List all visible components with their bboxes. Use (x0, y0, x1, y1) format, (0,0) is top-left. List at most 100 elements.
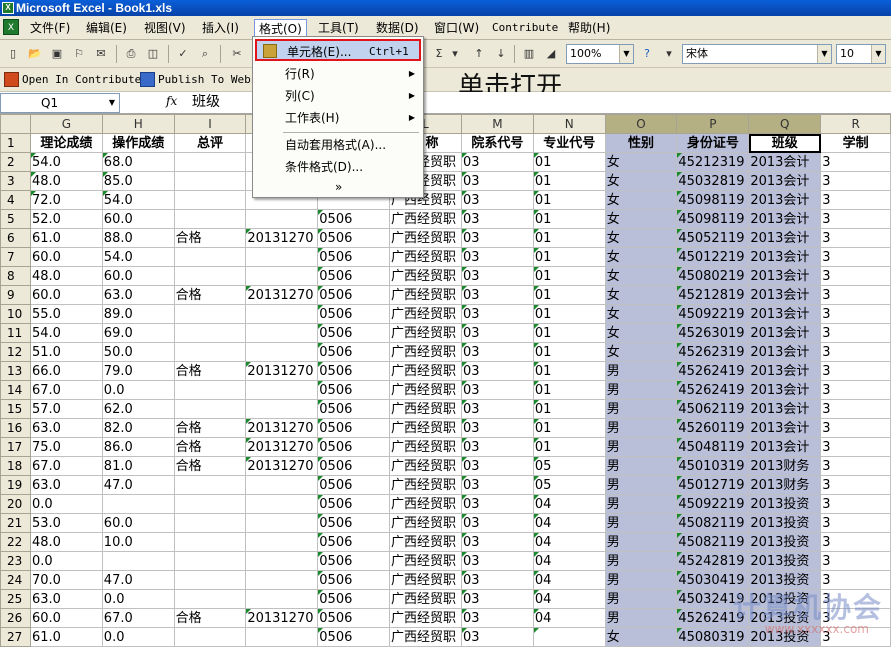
header-cell[interactable]: 理论成绩 (29, 133, 103, 153)
name-box[interactable]: Q1 ▼ (0, 93, 120, 113)
row-header[interactable]: 11 (0, 323, 31, 343)
cell[interactable]: 3 (820, 190, 891, 210)
cell[interactable]: 2013投资 (748, 551, 822, 571)
cell[interactable]: 03 (460, 456, 534, 476)
cell[interactable] (245, 304, 319, 324)
cell[interactable]: 2013会计 (748, 152, 822, 172)
cell[interactable]: 0506 (317, 247, 390, 267)
menu-help[interactable]: 帮助(H) (564, 19, 614, 37)
cell[interactable]: 45098119 (676, 190, 750, 210)
cell[interactable]: 3 (820, 418, 891, 438)
cell[interactable]: 54.0 (29, 323, 103, 343)
column-header[interactable]: R (820, 114, 891, 134)
research-icon[interactable]: ⌕ (196, 45, 214, 63)
cell[interactable]: 广西经贸职 (389, 608, 462, 628)
cell[interactable] (245, 551, 319, 571)
cell[interactable] (173, 380, 247, 400)
cell[interactable]: 0506 (317, 551, 390, 571)
cell[interactable]: 0506 (317, 418, 390, 438)
row-header[interactable]: 13 (0, 361, 31, 381)
cell[interactable]: 48.0 (29, 171, 103, 191)
sort-ascending-icon[interactable]: ↑ (470, 45, 488, 63)
cell[interactable]: 45012219 (676, 247, 750, 267)
cell[interactable]: 2013会计 (748, 437, 822, 457)
cell[interactable] (245, 570, 319, 590)
row-header[interactable]: 24 (0, 570, 31, 590)
cell[interactable]: 2013会计 (748, 399, 822, 419)
cell[interactable]: 20131270 (245, 418, 319, 438)
cell[interactable]: 3 (820, 513, 891, 533)
cell[interactable]: 2013会计 (748, 209, 822, 229)
cell[interactable]: 2013会计 (748, 361, 822, 381)
cell[interactable]: 女 (604, 190, 678, 210)
format-row-item[interactable]: 行(R) ▶ (255, 63, 421, 85)
cell[interactable]: 66.0 (29, 361, 103, 381)
cell[interactable]: 20131270 (245, 456, 319, 476)
cell[interactable]: 广西经贸职 (389, 532, 462, 552)
cell[interactable]: 03 (460, 285, 534, 305)
cell[interactable]: 3 (820, 551, 891, 571)
cell[interactable]: 3 (820, 171, 891, 191)
cell[interactable]: 57.0 (29, 399, 103, 419)
cell[interactable]: 88.0 (101, 228, 175, 248)
cell[interactable]: 男 (604, 570, 678, 590)
cell[interactable]: 3 (820, 247, 891, 267)
row-header[interactable]: 2 (0, 152, 31, 172)
cell[interactable]: 45242819 (676, 551, 750, 571)
header-cell[interactable]: 班级 (748, 133, 822, 153)
cell[interactable]: 合格 (173, 608, 247, 628)
cell[interactable] (173, 475, 247, 495)
menu-tools[interactable]: 工具(T) (314, 19, 363, 37)
menu-file[interactable]: 文件(F) (26, 19, 74, 37)
publish-to-website-button[interactable]: Publish To Websi (140, 71, 264, 89)
new-icon[interactable]: ▯ (4, 45, 22, 63)
cell[interactable] (245, 475, 319, 495)
cell[interactable]: 47.0 (101, 475, 175, 495)
cell[interactable]: 0506 (317, 570, 390, 590)
cell[interactable]: 0506 (317, 361, 390, 381)
row-header[interactable]: 27 (0, 627, 31, 647)
cell[interactable] (245, 342, 319, 362)
workbook-icon[interactable]: X (3, 19, 19, 35)
cell[interactable]: 广西经贸职 (389, 551, 462, 571)
cell[interactable]: 女 (604, 228, 678, 248)
cell[interactable]: 2013投资 (748, 513, 822, 533)
cell[interactable]: 04 (532, 570, 606, 590)
font-name-combo[interactable]: 宋体 ▼ (682, 44, 832, 64)
cell[interactable]: 45212819 (676, 285, 750, 305)
formula-value[interactable]: 班级 (192, 93, 220, 111)
cell[interactable] (245, 532, 319, 552)
cell[interactable]: 0506 (317, 437, 390, 457)
cell[interactable]: 女 (604, 304, 678, 324)
cell[interactable]: 广西经贸职 (389, 418, 462, 438)
cell[interactable]: 广西经贸职 (389, 228, 462, 248)
cell[interactable]: 女 (604, 323, 678, 343)
row-header[interactable]: 12 (0, 342, 31, 362)
cell[interactable]: 广西经贸职 (389, 475, 462, 495)
row-header[interactable]: 20 (0, 494, 31, 514)
cell[interactable]: 0506 (317, 494, 390, 514)
print-preview-icon[interactable]: ◫ (144, 45, 162, 63)
cell[interactable]: 广西经贸职 (389, 285, 462, 305)
cell[interactable] (245, 380, 319, 400)
worksheet-grid[interactable]: G H I J K L M N O P Q R 1理论成绩操作成绩总评名称院系代… (0, 114, 891, 649)
email-icon[interactable]: ✉ (92, 45, 110, 63)
cell[interactable]: 3 (820, 342, 891, 362)
cell[interactable]: 53.0 (29, 513, 103, 533)
cell[interactable]: 0.0 (101, 589, 175, 609)
cell[interactable]: 01 (532, 418, 606, 438)
cell[interactable] (173, 399, 247, 419)
cell[interactable]: 20131270 (245, 285, 319, 305)
cell[interactable]: 0506 (317, 380, 390, 400)
cell[interactable]: 03 (460, 551, 534, 571)
cell[interactable]: 20131270 (245, 361, 319, 381)
cell[interactable] (245, 247, 319, 267)
cell[interactable]: 55.0 (29, 304, 103, 324)
cell[interactable]: 45212319 (676, 152, 750, 172)
cell[interactable]: 男 (604, 494, 678, 514)
row-header[interactable]: 9 (0, 285, 31, 305)
cell[interactable]: 04 (532, 589, 606, 609)
cell[interactable] (101, 494, 175, 514)
cell[interactable]: 2013会计 (748, 171, 822, 191)
header-cell[interactable]: 身份证号 (676, 133, 750, 153)
